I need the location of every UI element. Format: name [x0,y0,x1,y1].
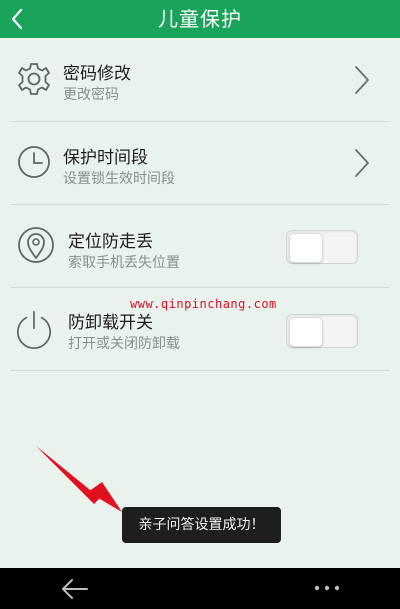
app-header: 儿童保护 [0,0,400,38]
uninstall-protection-toggle[interactable] [286,314,358,348]
back-arrow-icon[interactable] [60,576,90,602]
page-title: 儿童保护 [158,7,242,31]
annotation-arrow [36,446,122,512]
watermark-text: www.qinpinchang.com [130,297,277,311]
setting-title: 保护时间段 [63,148,148,168]
setting-title: 防卸载开关 [68,313,153,333]
setting-title: 密码修改 [63,64,131,84]
setting-subtitle: 设置锁生效时间段 [63,171,175,187]
setting-row-protection-time[interactable]: 保护时间段 设置锁生效时间段 [0,122,400,205]
setting-title: 定位防走丢 [68,232,153,252]
gear-icon [14,57,54,101]
divider [10,370,390,371]
setting-subtitle: 索取手机丢失位置 [68,255,180,271]
toggle-knob [289,317,323,347]
toggle-knob [289,233,323,263]
setting-row-password[interactable]: 密码修改 更改密码 [0,39,400,122]
power-icon [14,308,54,352]
system-navbar [0,568,400,609]
location-toggle[interactable] [286,230,358,264]
setting-subtitle: 更改密码 [63,87,119,103]
more-dots-icon[interactable] [310,578,344,598]
clock-icon [14,140,54,184]
chevron-right-icon[interactable] [352,148,372,178]
location-pin-icon [16,225,56,269]
chevron-right-icon[interactable] [352,65,372,95]
toast-message: 亲子问答设置成功！ [122,507,281,543]
setting-subtitle: 打开或关闭防卸载 [68,336,180,352]
setting-row-location: 定位防走丢 索取手机丢失位置 [0,205,400,288]
